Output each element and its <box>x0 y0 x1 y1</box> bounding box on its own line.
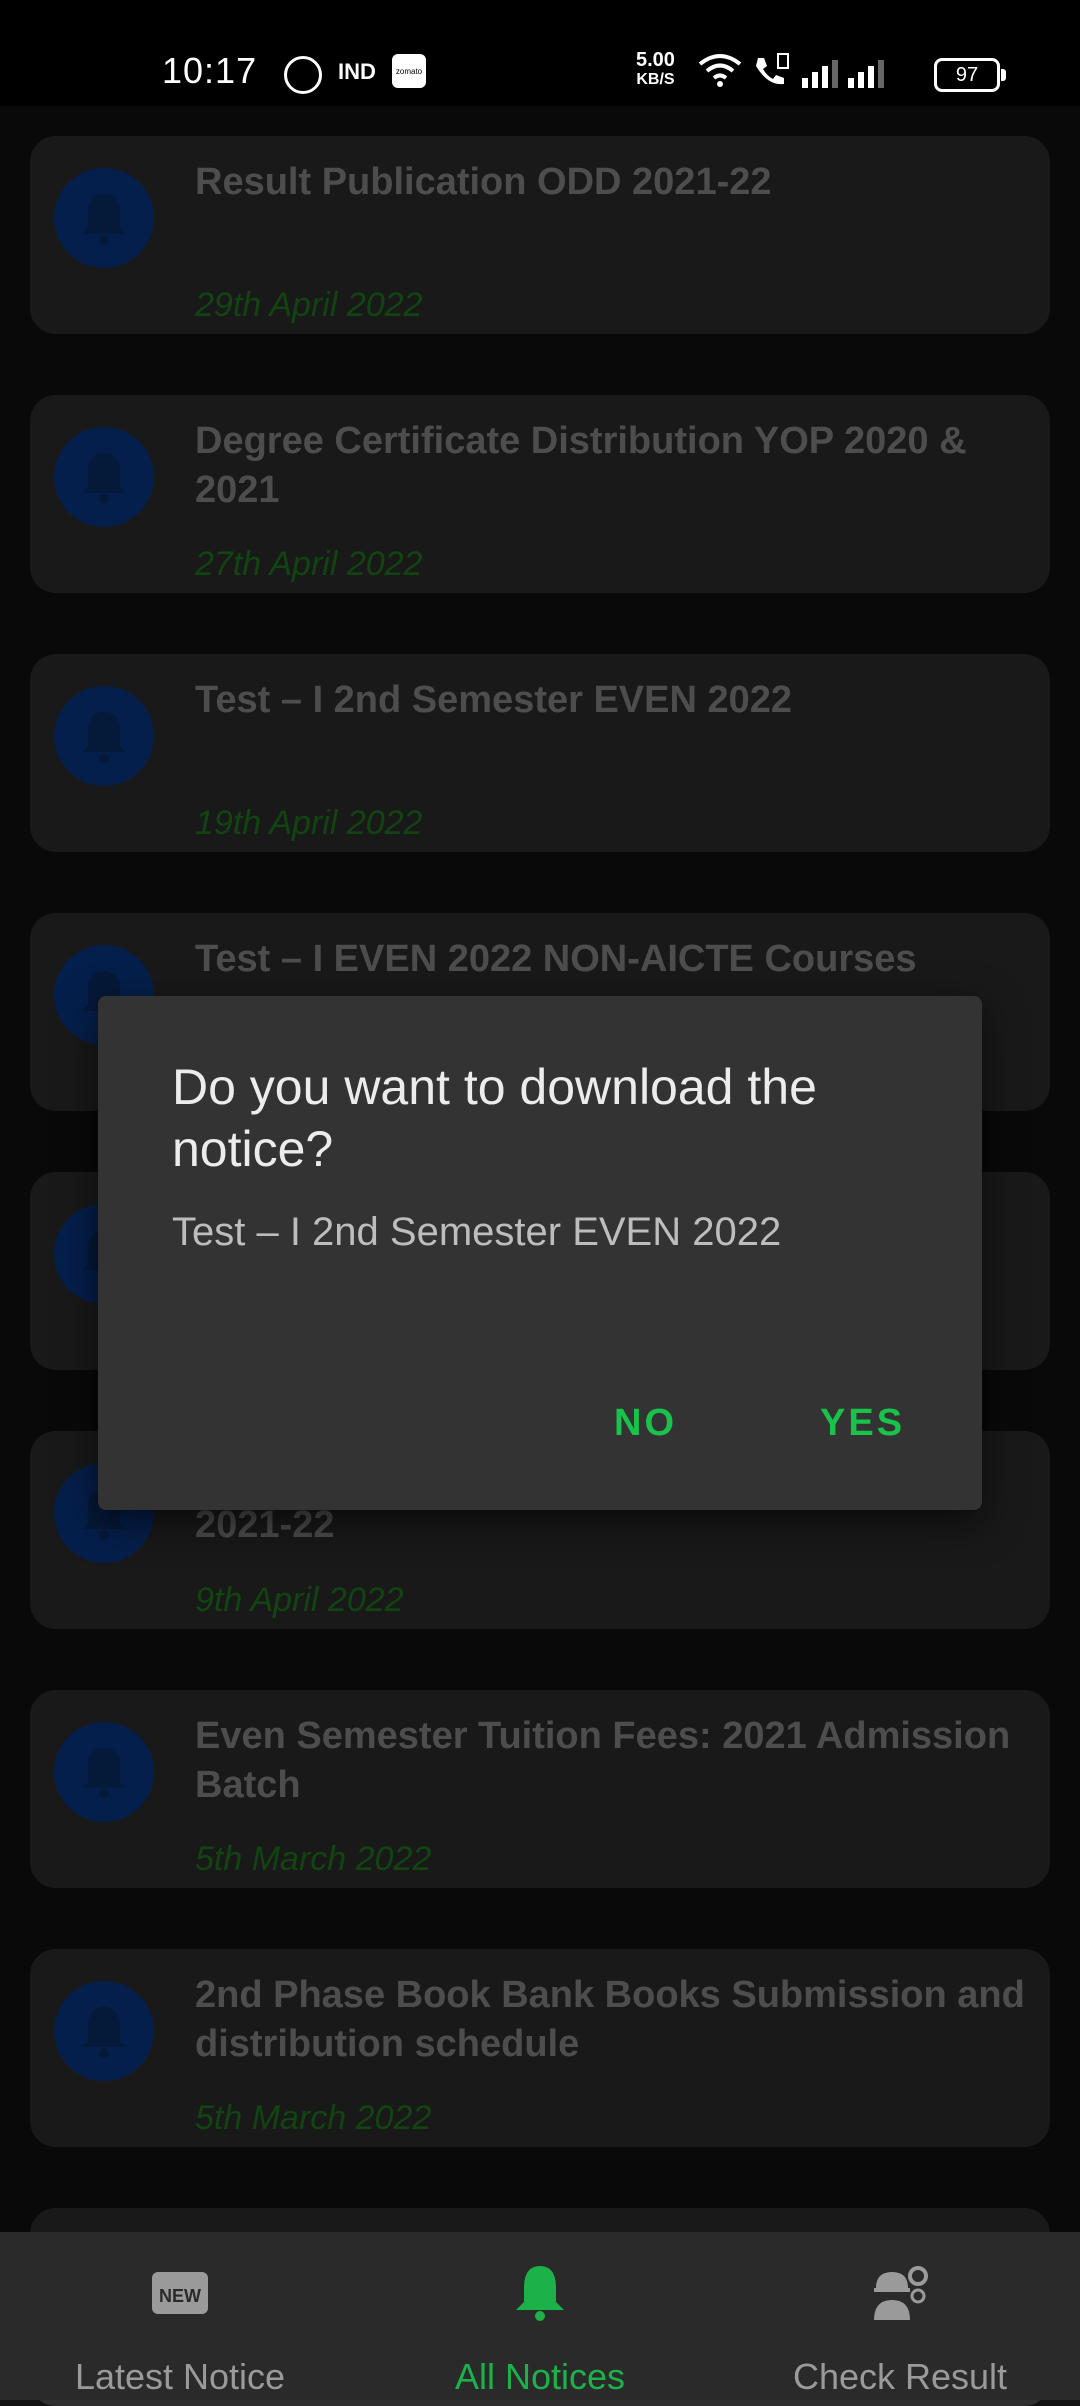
no-button[interactable]: NO <box>614 1402 677 1445</box>
network-speed: 5.00 KB/S <box>636 50 675 90</box>
dialog-title: Do you want to download the notice? <box>172 1059 817 1177</box>
new-badge-icon: NEW <box>152 2272 208 2314</box>
status-bar: 10:17 IND zomato 5.00 KB/S 97 <box>0 0 1080 106</box>
ind-icon: IND <box>338 59 376 84</box>
nav-latest-notice[interactable]: NEW Latest Notice <box>0 2232 360 2400</box>
download-dialog: Do you want to download the notice? Test… <box>98 996 982 1510</box>
worker-gear-icon <box>874 2266 928 2320</box>
bottom-navigation: NEW Latest Notice All Notices Check Resu… <box>0 2232 1080 2400</box>
network-speed-unit: KB/S <box>636 71 675 88</box>
volte-call-icon <box>756 53 789 85</box>
nav-all-notices[interactable]: All Notices <box>360 2232 720 2400</box>
nav-label: Latest Notice <box>74 2356 286 2397</box>
dialog-message: Test – I 2nd Semester EVEN 2022 <box>172 1210 782 1254</box>
nav-label: Check Result <box>792 2356 1008 2397</box>
wifi-icon <box>698 54 742 87</box>
nav-label: All Notices <box>454 2356 626 2397</box>
battery-icon: 97 <box>934 58 1006 92</box>
network-speed-value: 5.00 <box>636 49 675 71</box>
yes-button[interactable]: YES <box>820 1402 905 1445</box>
signal-icon-sim1 <box>802 60 838 88</box>
whatsapp-icon <box>284 56 322 94</box>
nav-check-result[interactable]: Check Result <box>720 2232 1080 2400</box>
zomato-icon: zomato <box>392 54 426 88</box>
status-icons <box>698 52 884 88</box>
status-time: 10:17 <box>162 50 258 91</box>
signal-icon-sim2 <box>848 60 884 88</box>
svg-text:NEW: NEW <box>159 2286 201 2306</box>
bell-icon <box>516 2266 564 2321</box>
